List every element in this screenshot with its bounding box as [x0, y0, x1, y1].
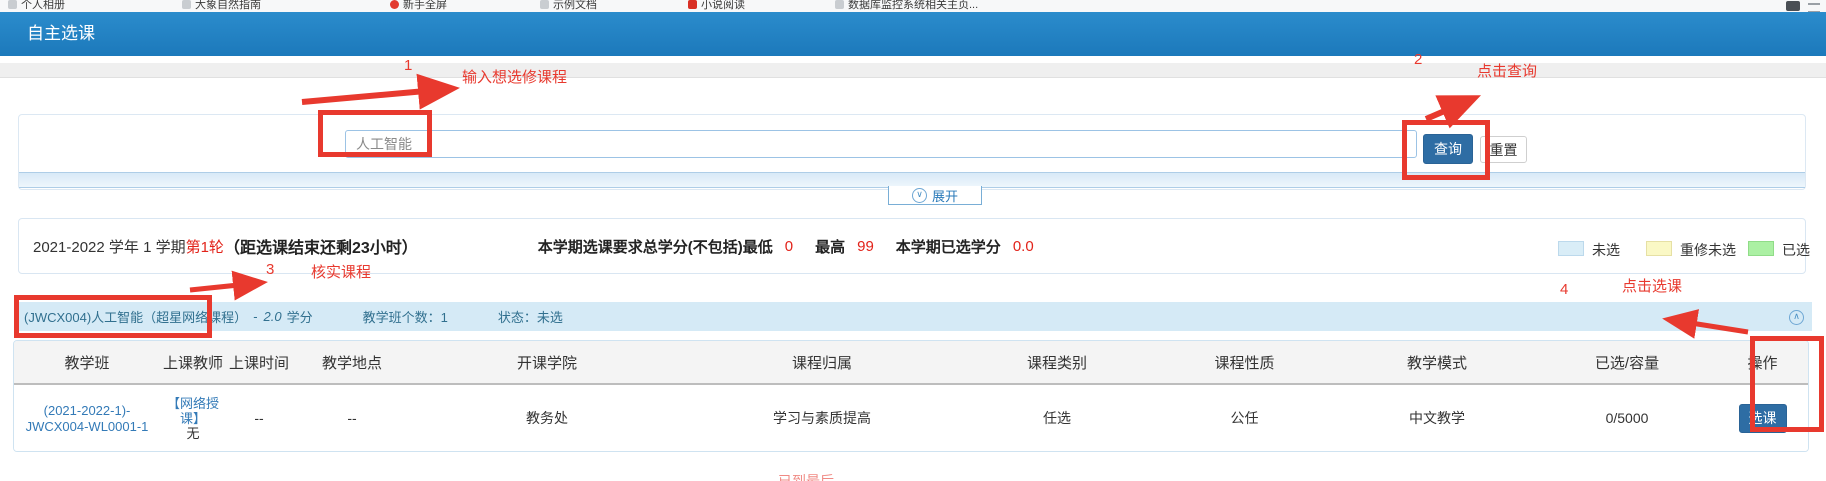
col-header-action: 操作 — [1717, 352, 1808, 373]
semester-info-panel: 2021-2022 学年 1 学期 第1轮 （距选课结束还剩23小时） 本学期选… — [18, 218, 1806, 274]
expand-toggle[interactable]: ∨ 展开 — [888, 186, 982, 205]
class-nature: 公任 — [1152, 408, 1337, 428]
teacher-mode-tag: 【网络授课】 — [160, 396, 226, 426]
course-class-count: 教学班个数：1 — [363, 307, 448, 326]
col-header-nature: 课程性质 — [1152, 352, 1337, 373]
pick-course-button[interactable]: 选课 — [1739, 404, 1787, 433]
teacher-cell: 【网络授课】 无 — [160, 396, 226, 441]
page: 个人相册 大象自然指南 新手全屏 示例文档 小说阅读 数据库监控系统相关主页..… — [0, 0, 1826, 481]
credit-max-value: 99 — [857, 238, 874, 255]
bookmark-favicon-icon — [8, 0, 17, 9]
browser-menu-icon[interactable] — [1808, 3, 1820, 12]
legend-selected-swatch — [1748, 241, 1774, 256]
class-affiliation: 学习与素质提高 — [682, 408, 962, 428]
legend-selected-label: 已选 — [1782, 240, 1810, 260]
bookmark-favicon-icon — [688, 0, 697, 9]
bookmark-item[interactable]: 个人相册 — [8, 0, 65, 12]
class-time: -- — [226, 410, 292, 426]
col-header-category: 课程类别 — [962, 352, 1152, 373]
course-summary-bar[interactable]: (JWCX004)人工智能（超星网络课程） - 2.0 学分 教学班个数：1 状… — [14, 302, 1812, 331]
annotation-arrow-3 — [190, 283, 258, 290]
semester-term: 2021-2022 学年 1 学期 — [33, 236, 186, 257]
class-location: -- — [292, 410, 412, 426]
browser-window-icon[interactable] — [1786, 1, 1800, 11]
chosen-credit-value: 0.0 — [1013, 238, 1034, 255]
credit-max-label: 最高 — [815, 236, 845, 257]
legend-unselected-label: 未选 — [1592, 240, 1620, 260]
end-of-list-text: 已到最后 — [778, 471, 834, 481]
course-credits-unit: 学分 — [287, 307, 313, 326]
legend-unselected-swatch — [1558, 241, 1584, 256]
course-separator: - — [253, 309, 257, 324]
semester-round: 第1轮 — [186, 236, 224, 257]
legend-retake-swatch — [1646, 241, 1672, 256]
annotation-arrow-1 — [302, 89, 448, 102]
table-header-row: 教学班 上课教师 上课时间 教学地点 开课学院 课程归属 课程类别 课程性质 教… — [14, 341, 1808, 385]
bookmark-favicon-icon — [182, 0, 191, 9]
reset-button[interactable]: 重置 — [1480, 136, 1527, 163]
chosen-credit-label: 本学期已选学分 — [896, 236, 1001, 257]
bookmark-favicon-icon — [390, 0, 399, 9]
class-table: 教学班 上课教师 上课时间 教学地点 开课学院 课程归属 课程类别 课程性质 教… — [13, 340, 1809, 452]
bookmark-item[interactable]: 新手全屏 — [390, 0, 447, 12]
chevron-down-circle-icon: ∨ — [912, 188, 927, 203]
bookmark-label: 个人相册 — [21, 0, 65, 12]
col-header-class: 教学班 — [14, 352, 160, 373]
bookmark-label: 示例文档 — [553, 0, 597, 12]
bookmark-favicon-icon — [540, 0, 549, 9]
bookmark-favicon-icon — [835, 0, 844, 9]
bookmark-label: 数据库监控系统相关主页... — [848, 0, 978, 12]
course-status: 状态：未选 — [498, 307, 563, 326]
browser-bookmarks-bar: 个人相册 大象自然指南 新手全屏 示例文档 小说阅读 数据库监控系统相关主页..… — [0, 0, 1826, 12]
col-header-teacher: 上课教师 — [160, 352, 226, 373]
class-mode: 中文教学 — [1337, 408, 1537, 428]
bookmark-item[interactable]: 小说阅读 — [688, 0, 745, 12]
teacher-name: 无 — [160, 426, 226, 441]
col-header-college: 开课学院 — [412, 352, 682, 373]
bookmark-label: 大象自然指南 — [195, 0, 261, 12]
class-code-link[interactable]: (2021-2022-1)-JWCX004-WL0001-1 — [26, 403, 149, 434]
legend-retake-label: 重修未选 — [1680, 240, 1736, 260]
class-category: 任选 — [962, 408, 1152, 428]
bookmark-item[interactable]: 示例文档 — [540, 0, 597, 12]
table-row: (2021-2022-1)-JWCX004-WL0001-1 【网络授课】 无 … — [14, 385, 1808, 451]
course-title: (JWCX004)人工智能（超星网络课程） — [24, 307, 247, 326]
course-credits: 2.0 — [264, 309, 282, 324]
selection-countdown: （距选课结束还剩23小时） — [224, 234, 418, 258]
bookmark-label: 小说阅读 — [701, 0, 745, 12]
col-header-time: 上课时间 — [226, 352, 292, 373]
col-header-mode: 教学模式 — [1337, 352, 1537, 373]
annotation-step4-text: 点击选课 — [1622, 275, 1682, 296]
annotation-step4-number: 4 — [1560, 281, 1568, 298]
col-header-affiliation: 课程归属 — [682, 352, 962, 373]
collapse-circle-icon[interactable]: ∧ — [1789, 310, 1804, 325]
toolbar-strip — [0, 63, 1826, 78]
course-search-input[interactable] — [345, 130, 1417, 158]
app-header: 自主选课 — [0, 12, 1826, 56]
class-college: 教务处 — [412, 408, 682, 428]
bookmark-item[interactable]: 数据库监控系统相关主页... — [835, 0, 978, 12]
credit-min-value: 0 — [785, 238, 793, 255]
credit-req-label: 本学期选课要求总学分(不包括)最低 — [538, 236, 773, 257]
bookmark-item[interactable]: 大象自然指南 — [182, 0, 261, 12]
expand-label: 展开 — [932, 186, 958, 205]
page-title: 自主选课 — [27, 12, 95, 56]
class-capacity: 0/5000 — [1537, 410, 1717, 426]
col-header-location: 教学地点 — [292, 352, 412, 373]
query-button[interactable]: 查询 — [1423, 134, 1473, 164]
col-header-capacity: 已选/容量 — [1537, 352, 1717, 373]
bookmark-label: 新手全屏 — [403, 0, 447, 12]
